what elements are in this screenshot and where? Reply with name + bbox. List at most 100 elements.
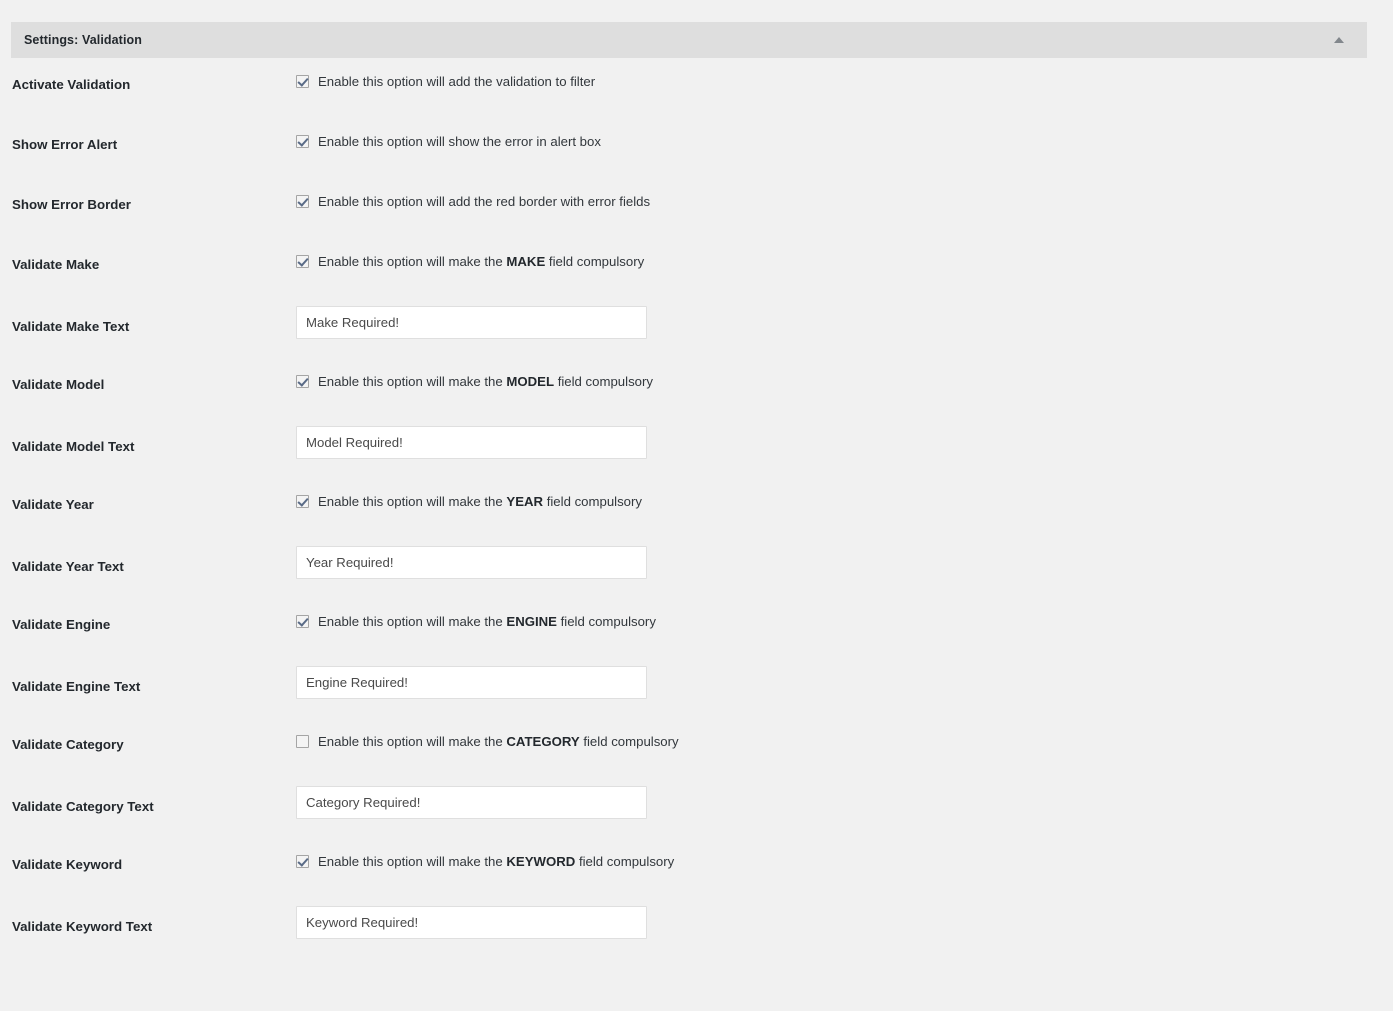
checkbox-label-activate-validation: Enable this option will add the validati… bbox=[318, 75, 595, 88]
checkbox-row-validate-category[interactable]: Enable this option will make the CATEGOR… bbox=[296, 735, 679, 748]
checkbox-label-suffix: field compulsory bbox=[556, 614, 656, 629]
checkbox-label-validate-year: Enable this option will make the YEAR fi… bbox=[318, 495, 642, 508]
setting-row-validate-category-text: Validate Category Text bbox=[11, 778, 1367, 838]
setting-row-validate-make: Validate Make Enable this option will mak… bbox=[11, 238, 1367, 298]
setting-label-show-error-alert: Show Error Alert bbox=[12, 137, 118, 152]
setting-label-validate-model: Validate Model bbox=[12, 377, 105, 392]
checkbox-label-prefix: Enable this option will show the error i… bbox=[318, 134, 601, 149]
checkbox-show-error-alert[interactable] bbox=[296, 135, 309, 149]
checkbox-row-show-error-border[interactable]: Enable this option will add the red bord… bbox=[296, 195, 650, 208]
checkbox-label-suffix: field compulsory bbox=[575, 854, 675, 869]
panel-header: Settings: Validation bbox=[11, 22, 1367, 58]
text-input-validate-model-text[interactable] bbox=[296, 426, 647, 459]
checkbox-label-field-name: CATEGORY bbox=[506, 734, 580, 749]
checkbox-label-prefix: Enable this option will make the bbox=[318, 734, 507, 749]
setting-field-validate-model: Enable this option will make the MODEL f… bbox=[296, 358, 1367, 388]
setting-field-activate-validation: Enable this option will add the validati… bbox=[296, 58, 1367, 88]
checkbox-row-validate-model[interactable]: Enable this option will make the MODEL f… bbox=[296, 375, 653, 388]
checkbox-show-error-border[interactable] bbox=[296, 195, 309, 209]
checkbox-label-prefix: Enable this option will make the bbox=[318, 254, 507, 269]
checkbox-label-suffix: field compulsory bbox=[543, 494, 642, 509]
text-input-validate-category-text[interactable] bbox=[296, 786, 647, 819]
setting-row-validate-year: Validate Year Enable this option will mak… bbox=[11, 478, 1367, 538]
checkbox-label-suffix: field compulsory bbox=[579, 734, 679, 749]
setting-label-validate-year: Validate Year bbox=[12, 497, 94, 512]
checkbox-label-show-error-border: Enable this option will add the red bord… bbox=[318, 195, 650, 208]
page-title: Settings: Validation bbox=[24, 32, 142, 47]
checkbox-label-validate-make: Enable this option will make the MAKE fi… bbox=[318, 255, 644, 268]
setting-label-activate-validation: Activate Validation bbox=[12, 77, 131, 92]
checkbox-label-prefix: Enable this option will make the bbox=[318, 614, 507, 629]
setting-field-validate-make-text bbox=[296, 298, 1367, 339]
text-input-validate-keyword-text[interactable] bbox=[296, 906, 647, 939]
checkbox-label-field-name: YEAR bbox=[506, 494, 544, 509]
setting-field-validate-year-text bbox=[296, 538, 1367, 579]
checkbox-validate-engine[interactable] bbox=[296, 615, 309, 629]
checkbox-row-validate-year[interactable]: Enable this option will make the YEAR fi… bbox=[296, 495, 642, 508]
checkbox-label-prefix: Enable this option will make the bbox=[318, 854, 507, 869]
checkbox-validate-model[interactable] bbox=[296, 375, 309, 389]
checkbox-row-validate-engine[interactable]: Enable this option will make the ENGINE … bbox=[296, 615, 656, 628]
checkbox-row-show-error-alert[interactable]: Enable this option will show the error i… bbox=[296, 135, 601, 148]
checkbox-label-prefix: Enable this option will add the red bord… bbox=[318, 194, 651, 209]
checkbox-label-field-name: ENGINE bbox=[506, 614, 557, 629]
setting-label-validate-make: Validate Make bbox=[12, 257, 100, 272]
setting-row-validate-category: Validate Category Enable this option will… bbox=[11, 718, 1367, 778]
checkbox-label-field-name: KEYWORD bbox=[506, 854, 576, 869]
setting-row-activate-validation: Activate Validation Enable this option wi… bbox=[11, 58, 1367, 118]
setting-row-validate-engine: Validate Engine Enable this option will m… bbox=[11, 598, 1367, 658]
setting-row-validate-model: Validate Model Enable this option will ma… bbox=[11, 358, 1367, 418]
setting-field-validate-category-text bbox=[296, 778, 1367, 819]
setting-label-validate-make-text: Validate Make Text bbox=[12, 319, 130, 334]
setting-label-validate-category: Validate Category bbox=[12, 737, 124, 752]
setting-label-validate-year-text: Validate Year Text bbox=[12, 559, 124, 574]
checkbox-label-suffix: field compulsory bbox=[554, 374, 653, 389]
checkbox-validate-category[interactable] bbox=[296, 735, 309, 749]
setting-field-show-error-alert: Enable this option will show the error i… bbox=[296, 118, 1367, 148]
setting-label-validate-engine-text: Validate Engine Text bbox=[12, 679, 141, 694]
checkbox-label-suffix: field compulsory bbox=[545, 254, 645, 269]
setting-label-validate-engine: Validate Engine bbox=[12, 617, 111, 632]
panel-collapse-toggle-button[interactable] bbox=[1325, 22, 1353, 58]
setting-field-validate-keyword-text bbox=[296, 898, 1367, 939]
checkbox-label-field-name: MAKE bbox=[506, 254, 546, 269]
settings-form: Activate Validation Enable this option wi… bbox=[11, 58, 1367, 958]
setting-label-validate-model-text: Validate Model Text bbox=[12, 439, 135, 454]
setting-row-validate-keyword: Validate Keyword Enable this option will … bbox=[11, 838, 1367, 898]
setting-field-validate-engine-text bbox=[296, 658, 1367, 699]
caret-up-icon bbox=[1334, 37, 1344, 43]
setting-field-show-error-border: Enable this option will add the red bord… bbox=[296, 178, 1367, 208]
setting-field-validate-model-text bbox=[296, 418, 1367, 459]
setting-field-validate-engine: Enable this option will make the ENGINE … bbox=[296, 598, 1367, 628]
setting-row-show-error-border: Show Error Border Enable this option will… bbox=[11, 178, 1367, 238]
checkbox-validate-keyword[interactable] bbox=[296, 855, 309, 869]
checkbox-row-validate-keyword[interactable]: Enable this option will make the KEYWORD… bbox=[296, 855, 674, 868]
text-input-validate-make-text[interactable] bbox=[296, 306, 647, 339]
settings-validation-panel: Settings: Validation Activate Validation… bbox=[11, 22, 1367, 958]
checkbox-label-validate-keyword: Enable this option will make the KEYWORD… bbox=[318, 855, 674, 868]
setting-row-validate-keyword-text: Validate Keyword Text bbox=[11, 898, 1367, 958]
setting-label-validate-keyword: Validate Keyword bbox=[12, 857, 123, 872]
checkbox-label-show-error-alert: Enable this option will show the error i… bbox=[318, 135, 601, 148]
setting-row-validate-year-text: Validate Year Text bbox=[11, 538, 1367, 598]
checkbox-label-prefix: Enable this option will make the bbox=[318, 494, 507, 509]
setting-label-validate-keyword-text: Validate Keyword Text bbox=[12, 919, 153, 934]
checkbox-label-prefix: Enable this option will add the validati… bbox=[318, 74, 596, 89]
checkbox-label-validate-model: Enable this option will make the MODEL f… bbox=[318, 375, 653, 388]
setting-row-validate-model-text: Validate Model Text bbox=[11, 418, 1367, 478]
setting-field-validate-keyword: Enable this option will make the KEYWORD… bbox=[296, 838, 1367, 868]
checkbox-label-field-name: MODEL bbox=[506, 374, 555, 389]
checkbox-validate-year[interactable] bbox=[296, 495, 309, 509]
checkbox-activate-validation[interactable] bbox=[296, 75, 309, 89]
setting-field-validate-make: Enable this option will make the MAKE fi… bbox=[296, 238, 1367, 268]
checkbox-row-activate-validation[interactable]: Enable this option will add the validati… bbox=[296, 75, 595, 88]
text-input-validate-year-text[interactable] bbox=[296, 546, 647, 579]
checkbox-validate-make[interactable] bbox=[296, 255, 309, 269]
text-input-validate-engine-text[interactable] bbox=[296, 666, 647, 699]
setting-row-validate-engine-text: Validate Engine Text bbox=[11, 658, 1367, 718]
setting-label-show-error-border: Show Error Border bbox=[12, 197, 131, 212]
checkbox-label-validate-engine: Enable this option will make the ENGINE … bbox=[318, 615, 656, 628]
setting-label-validate-category-text: Validate Category Text bbox=[12, 799, 154, 814]
setting-row-show-error-alert: Show Error Alert Enable this option will … bbox=[11, 118, 1367, 178]
checkbox-row-validate-make[interactable]: Enable this option will make the MAKE fi… bbox=[296, 255, 644, 268]
